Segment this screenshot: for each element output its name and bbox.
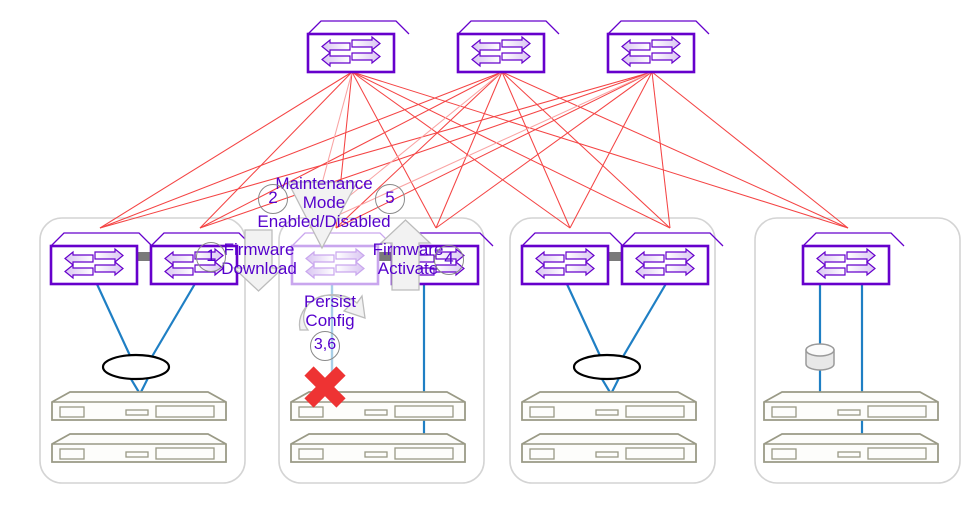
firmware-download-line1: Firmware — [223, 240, 295, 259]
step-3-6-badge: 3,6 — [310, 331, 340, 361]
persist-config-label: Persist Config — [297, 292, 363, 330]
network-topology-diagram: Firmware Download Maintenance Mode Enabl… — [0, 0, 974, 511]
firmware-download-label: Firmware Download — [219, 240, 299, 278]
maintenance-line3: Enabled/Disabled — [257, 212, 391, 231]
step-1-badge: 1 — [196, 242, 226, 272]
step-2-badge: 2 — [258, 184, 288, 214]
persist-line2: Config — [305, 311, 355, 330]
step-4-badge: 4 — [434, 245, 464, 275]
step-5-badge: 5 — [375, 184, 405, 214]
persist-line1: Persist — [304, 292, 356, 311]
callout-shapes-layer — [232, 181, 432, 331]
firmware-download-line2: Download — [221, 259, 297, 278]
